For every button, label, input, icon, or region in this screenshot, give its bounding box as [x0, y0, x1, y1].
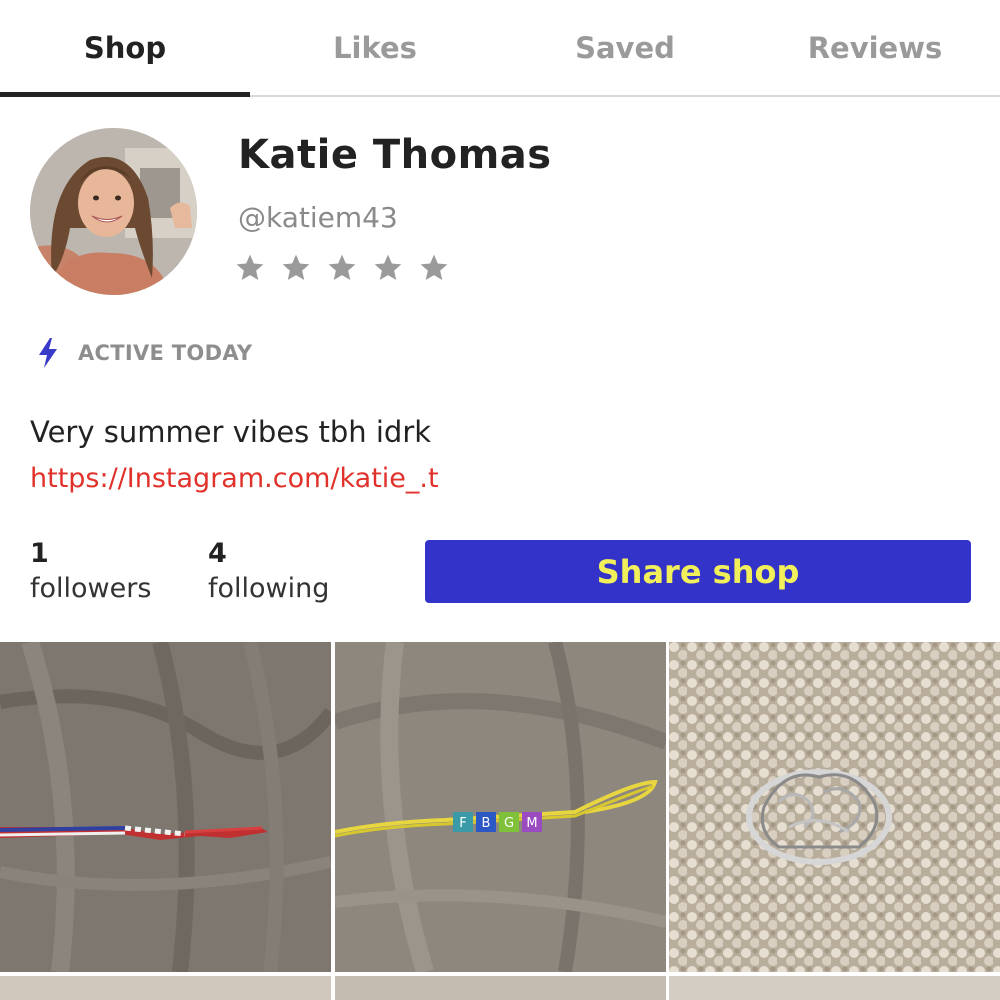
- tab-shop[interactable]: Shop: [0, 0, 250, 95]
- profile-link[interactable]: https://Instagram.com/katie_.t: [30, 463, 439, 494]
- tab-reviews[interactable]: Reviews: [750, 0, 1000, 95]
- active-tab-indicator: [0, 92, 250, 97]
- following-label: following: [208, 573, 330, 604]
- star-icon: [236, 254, 264, 280]
- following-count: 4: [208, 538, 227, 569]
- bead-letter: M: [526, 816, 537, 831]
- listing-tile[interactable]: [0, 642, 331, 972]
- listing-tile[interactable]: [669, 976, 1000, 1000]
- followers-label: followers: [30, 573, 152, 604]
- listing-grid: F B G M: [0, 642, 1000, 1000]
- following-stat[interactable]: 4 following: [208, 538, 329, 604]
- active-status: ACTIVE TODAY: [36, 338, 252, 368]
- star-icon: [420, 254, 448, 280]
- star-icon: [374, 254, 402, 280]
- listing-tile[interactable]: [335, 976, 666, 1000]
- bead-letter: B: [482, 816, 491, 831]
- profile-handle: @katiem43: [238, 201, 398, 234]
- listing-photo: [0, 642, 331, 972]
- listing-tile[interactable]: [669, 642, 1000, 972]
- rating-stars: [234, 252, 450, 284]
- followers-count: 1: [30, 538, 49, 569]
- bead-letter: F: [459, 816, 466, 831]
- bead-letter: G: [504, 816, 514, 831]
- tab-saved[interactable]: Saved: [500, 0, 750, 95]
- star-icon: [328, 254, 356, 280]
- star-icon: [282, 254, 310, 280]
- listing-photo: [669, 642, 1000, 972]
- listing-tile[interactable]: F B G M: [335, 642, 666, 972]
- avatar[interactable]: [30, 128, 197, 295]
- profile-bio: Very summer vibes tbh idrk: [30, 415, 432, 449]
- profile-name: Katie Thomas: [238, 132, 552, 178]
- active-status-label: ACTIVE TODAY: [78, 341, 253, 365]
- followers-stat[interactable]: 1 followers: [30, 538, 151, 604]
- tab-likes[interactable]: Likes: [250, 0, 500, 95]
- lightning-bolt-icon: [39, 338, 57, 368]
- listing-tile[interactable]: [0, 976, 331, 1000]
- avatar-photo: [30, 128, 197, 295]
- tab-bar: Shop Likes Saved Reviews: [0, 0, 1000, 97]
- listing-photo: F B G M: [335, 642, 666, 972]
- share-shop-button[interactable]: Share shop: [425, 540, 971, 603]
